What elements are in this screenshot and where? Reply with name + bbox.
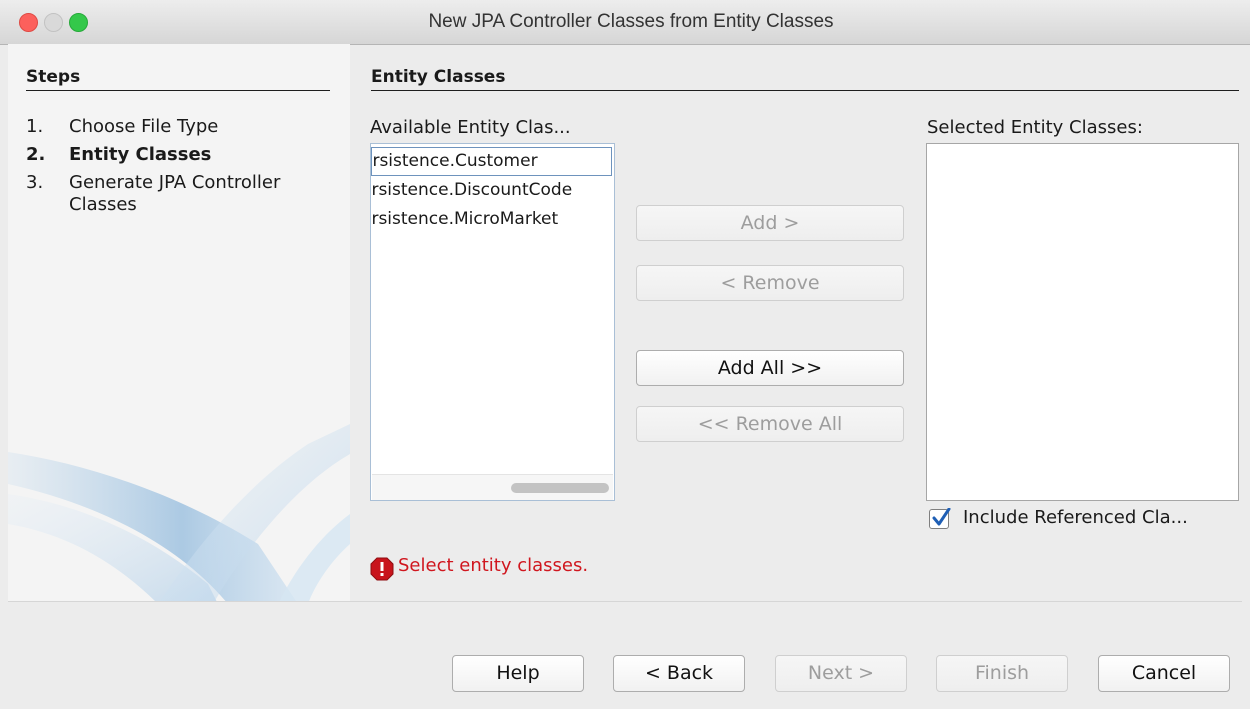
list-item-label: ersistence.Customer bbox=[371, 151, 538, 171]
list-item[interactable]: ersistence.MicroMarket bbox=[371, 206, 614, 235]
remove-all-button[interactable]: << Remove All bbox=[636, 406, 904, 442]
include-referenced-label: Include Referenced Cla... bbox=[963, 507, 1188, 528]
selected-entity-list[interactable] bbox=[926, 143, 1239, 501]
horizontal-scrollbar[interactable] bbox=[372, 474, 613, 500]
step-number: 1. bbox=[26, 116, 44, 137]
error-icon bbox=[370, 557, 394, 581]
step-label: Entity Classes bbox=[69, 144, 212, 165]
title-bar: New JPA Controller Classes from Entity C… bbox=[0, 0, 1250, 45]
error-message: Select entity classes. bbox=[398, 555, 589, 576]
add-button[interactable]: Add > bbox=[636, 205, 904, 241]
step-2: 2. Entity Classes bbox=[26, 144, 331, 166]
steps-divider bbox=[26, 90, 330, 91]
step-3: 3. Generate JPA Controller Classes bbox=[26, 172, 331, 216]
steps-heading: Steps bbox=[26, 67, 81, 87]
available-list-label: Available Entity Clas... bbox=[370, 117, 571, 138]
step-label: Choose File Type bbox=[69, 116, 219, 137]
section-heading: Entity Classes bbox=[371, 67, 506, 87]
include-referenced-checkbox[interactable] bbox=[929, 508, 951, 529]
checkmark-icon bbox=[932, 508, 951, 526]
step-number: 3. bbox=[26, 172, 44, 193]
steps-panel: Steps 1. Choose File Type 2. Entity Classe… bbox=[8, 44, 350, 601]
remove-button[interactable]: < Remove bbox=[636, 265, 904, 301]
section-divider bbox=[371, 90, 1239, 91]
step-1: 1. Choose File Type bbox=[26, 116, 331, 138]
step-label: Generate JPA Controller Classes bbox=[69, 172, 281, 215]
footer-divider bbox=[8, 601, 1242, 602]
help-button[interactable]: Help bbox=[452, 655, 584, 692]
next-button[interactable]: Next > bbox=[775, 655, 907, 692]
window-title: New JPA Controller Classes from Entity C… bbox=[428, 11, 834, 32]
list-item[interactable]: ersistence.Customer bbox=[371, 147, 612, 176]
scrollbar-thumb[interactable] bbox=[511, 483, 609, 493]
finish-button[interactable]: Finish bbox=[936, 655, 1068, 692]
back-button[interactable]: < Back bbox=[613, 655, 745, 692]
step-number: 2. bbox=[26, 144, 46, 165]
cancel-button[interactable]: Cancel bbox=[1098, 655, 1230, 692]
list-item-label: ersistence.DiscountCode bbox=[371, 180, 573, 200]
available-entity-list[interactable]: ersistence.Customer ersistence.DiscountC… bbox=[370, 143, 615, 501]
list-item-label: ersistence.MicroMarket bbox=[371, 209, 559, 229]
list-item[interactable]: ersistence.DiscountCode bbox=[371, 177, 614, 206]
selected-list-label: Selected Entity Classes: bbox=[927, 117, 1143, 138]
wizard-decoration-image bbox=[8, 424, 350, 601]
add-all-button[interactable]: Add All >> bbox=[636, 350, 904, 386]
